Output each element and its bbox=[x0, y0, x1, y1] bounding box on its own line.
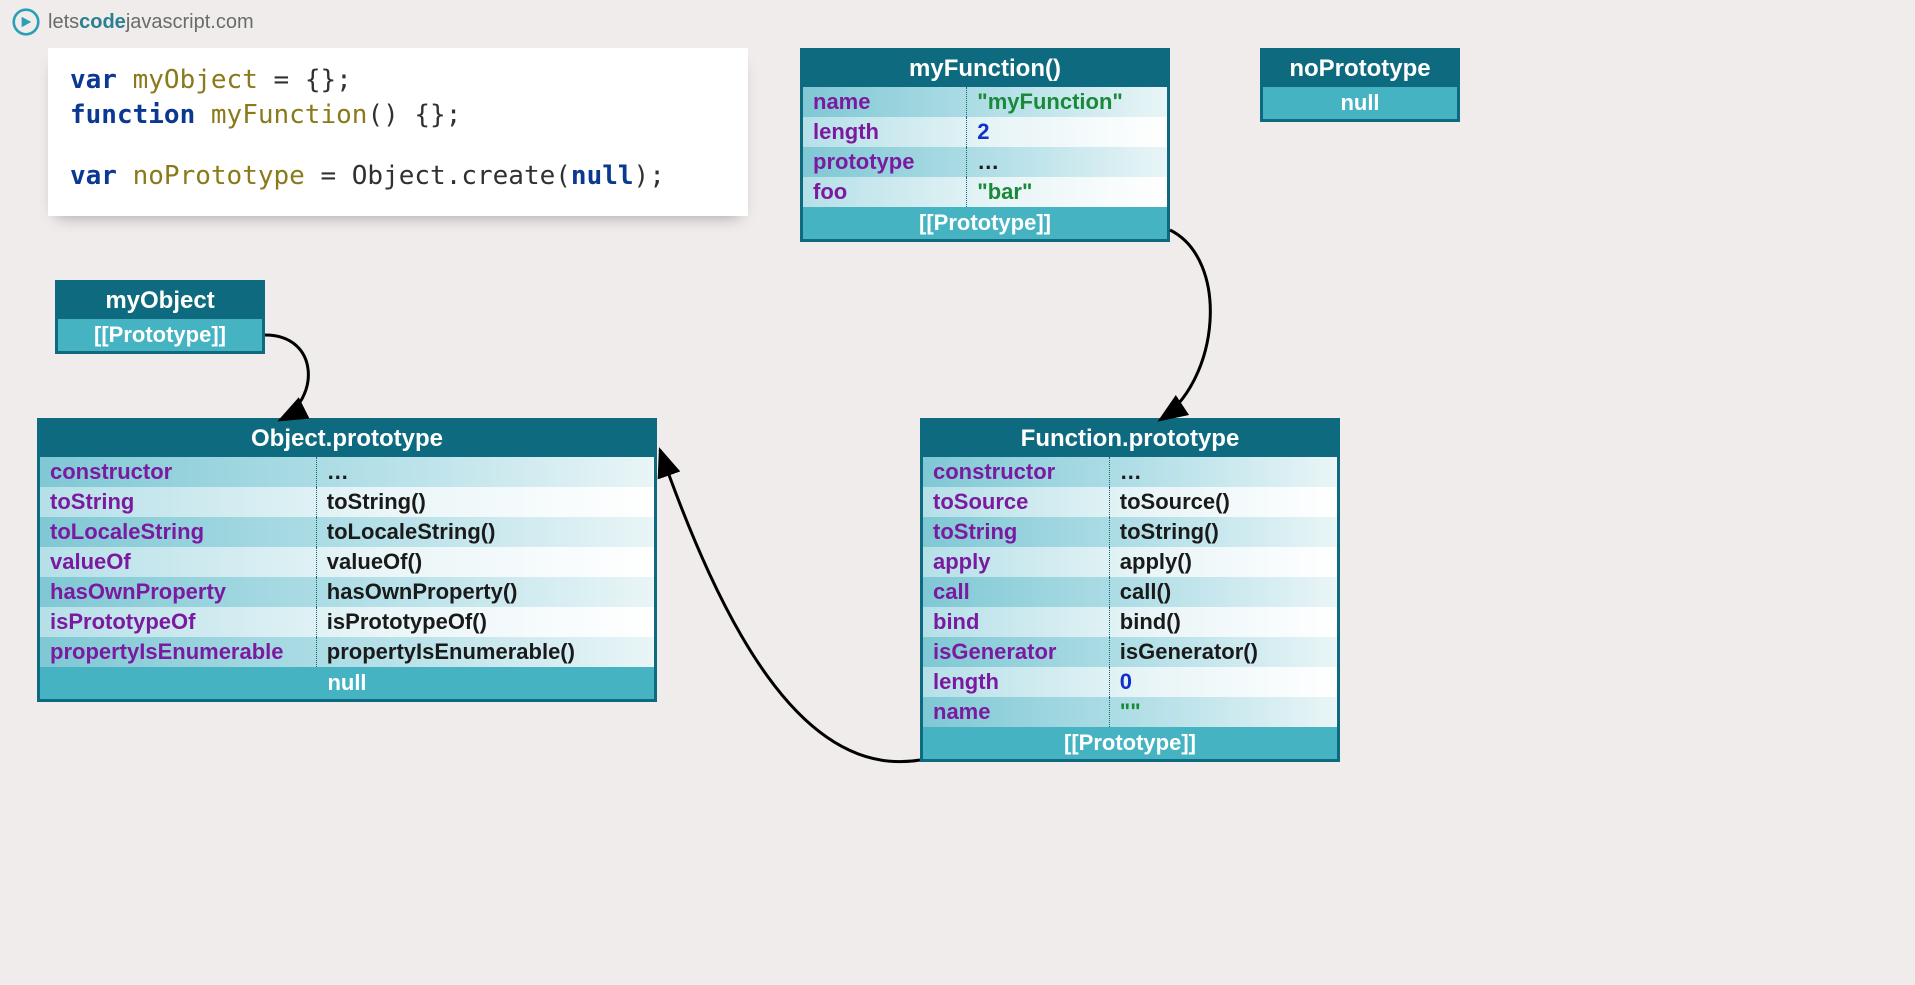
box-proto-label: [[Prototype]] bbox=[923, 727, 1337, 759]
box-properties: constructor…toSourcetoSource()toStringto… bbox=[923, 457, 1337, 727]
property-row: applyapply() bbox=[923, 547, 1337, 577]
property-row: constructor… bbox=[923, 457, 1337, 487]
property-row: name"myFunction" bbox=[803, 87, 1167, 117]
property-row: toSourcetoSource() bbox=[923, 487, 1337, 517]
property-value: toString() bbox=[1109, 517, 1337, 547]
box-myobject: myObject [[Prototype]] bbox=[55, 280, 265, 354]
property-value: bind() bbox=[1109, 607, 1337, 637]
property-key: length bbox=[923, 667, 1109, 697]
property-key: name bbox=[803, 87, 967, 117]
property-row: constructor… bbox=[40, 457, 654, 487]
property-key: toString bbox=[40, 487, 316, 517]
box-title: noPrototype bbox=[1263, 51, 1457, 87]
property-key: constructor bbox=[923, 457, 1109, 487]
property-value: isPrototypeOf() bbox=[316, 607, 654, 637]
property-row: length0 bbox=[923, 667, 1337, 697]
box-footer-null: null bbox=[40, 667, 654, 699]
property-row: length2 bbox=[803, 117, 1167, 147]
property-key: toLocaleString bbox=[40, 517, 316, 547]
property-row: bindbind() bbox=[923, 607, 1337, 637]
property-row: isPrototypeOfisPrototypeOf() bbox=[40, 607, 654, 637]
property-key: isGenerator bbox=[923, 637, 1109, 667]
property-value: toLocaleString() bbox=[316, 517, 654, 547]
property-key: constructor bbox=[40, 457, 316, 487]
property-value: toString() bbox=[316, 487, 654, 517]
box-function-prototype: Function.prototype constructor…toSourcet… bbox=[920, 418, 1340, 762]
property-row: propertyIsEnumerablepropertyIsEnumerable… bbox=[40, 637, 654, 667]
logo-icon bbox=[12, 8, 40, 36]
property-value: hasOwnProperty() bbox=[316, 577, 654, 607]
property-value: "bar" bbox=[967, 177, 1167, 207]
property-key: bind bbox=[923, 607, 1109, 637]
property-row: hasOwnPropertyhasOwnProperty() bbox=[40, 577, 654, 607]
property-key: propertyIsEnumerable bbox=[40, 637, 316, 667]
property-key: foo bbox=[803, 177, 967, 207]
property-value: apply() bbox=[1109, 547, 1337, 577]
property-key: prototype bbox=[803, 147, 967, 177]
property-row: prototype… bbox=[803, 147, 1167, 177]
property-value: … bbox=[1109, 457, 1337, 487]
box-myfunction: myFunction() name"myFunction"length2prot… bbox=[800, 48, 1170, 242]
property-value: valueOf() bbox=[316, 547, 654, 577]
property-row: valueOfvalueOf() bbox=[40, 547, 654, 577]
property-value: isGenerator() bbox=[1109, 637, 1337, 667]
property-key: name bbox=[923, 697, 1109, 727]
property-value: … bbox=[967, 147, 1167, 177]
code-snippet: var myObject = {}; function myFunction()… bbox=[48, 48, 748, 216]
code-line-1: var myObject = {}; bbox=[70, 63, 726, 98]
code-line-3: var noPrototype = Object.create(null); bbox=[70, 159, 726, 194]
property-key: isPrototypeOf bbox=[40, 607, 316, 637]
property-key: call bbox=[923, 577, 1109, 607]
property-key: apply bbox=[923, 547, 1109, 577]
box-title: myFunction() bbox=[803, 51, 1167, 87]
property-row: callcall() bbox=[923, 577, 1337, 607]
property-row: isGeneratorisGenerator() bbox=[923, 637, 1337, 667]
logo-text: letscodejavascript.com bbox=[48, 11, 254, 34]
box-proto-label: [[Prototype]] bbox=[58, 319, 262, 351]
property-row: toLocaleStringtoLocaleString() bbox=[40, 517, 654, 547]
property-value: "myFunction" bbox=[967, 87, 1167, 117]
code-line-2: function myFunction() {}; bbox=[70, 98, 726, 133]
property-row: foo"bar" bbox=[803, 177, 1167, 207]
property-value: 0 bbox=[1109, 667, 1337, 697]
box-properties: constructor…toStringtoString()toLocaleSt… bbox=[40, 457, 654, 667]
box-properties: name"myFunction"length2prototype…foo"bar… bbox=[803, 87, 1167, 207]
property-key: toString bbox=[923, 517, 1109, 547]
box-object-prototype: Object.prototype constructor…toStringtoS… bbox=[37, 418, 657, 702]
property-key: hasOwnProperty bbox=[40, 577, 316, 607]
box-footer-null: null bbox=[1263, 87, 1457, 119]
property-value: propertyIsEnumerable() bbox=[316, 637, 654, 667]
property-value: "" bbox=[1109, 697, 1337, 727]
property-key: length bbox=[803, 117, 967, 147]
property-value: 2 bbox=[967, 117, 1167, 147]
site-logo: letscodejavascript.com bbox=[12, 8, 254, 36]
property-row: toStringtoString() bbox=[40, 487, 654, 517]
property-value: toSource() bbox=[1109, 487, 1337, 517]
property-row: name"" bbox=[923, 697, 1337, 727]
box-noprototype: noPrototype null bbox=[1260, 48, 1460, 122]
property-row: toStringtoString() bbox=[923, 517, 1337, 547]
box-title: myObject bbox=[58, 283, 262, 319]
property-value: call() bbox=[1109, 577, 1337, 607]
box-title: Object.prototype bbox=[40, 421, 654, 457]
property-key: valueOf bbox=[40, 547, 316, 577]
box-proto-label: [[Prototype]] bbox=[803, 207, 1167, 239]
box-title: Function.prototype bbox=[923, 421, 1337, 457]
property-value: … bbox=[316, 457, 654, 487]
property-key: toSource bbox=[923, 487, 1109, 517]
